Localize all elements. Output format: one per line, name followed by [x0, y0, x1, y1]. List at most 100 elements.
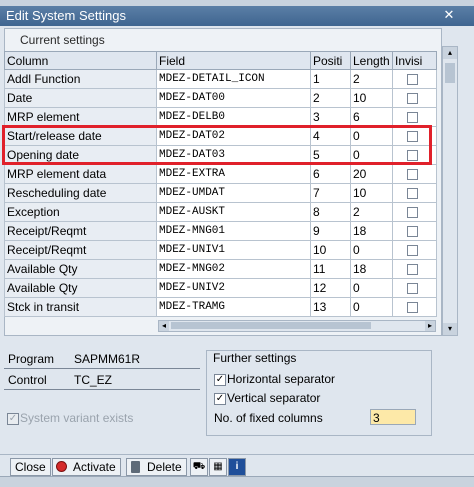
variant-icon[interactable]: ▦: [209, 458, 227, 476]
cell-length[interactable]: 0: [350, 278, 393, 298]
activate-label: Activate: [73, 460, 116, 474]
cell-length[interactable]: 0: [350, 240, 393, 260]
cell-position[interactable]: 8: [310, 202, 351, 222]
cell-field[interactable]: MDEZ-EXTRA: [156, 164, 311, 184]
cell-length[interactable]: 18: [350, 221, 393, 241]
header-length[interactable]: Length: [350, 51, 393, 70]
table-row[interactable]: MRP element MDEZ-DELB0 3 6: [4, 107, 437, 127]
cell-invisible: [392, 88, 437, 108]
table-row[interactable]: Receipt/Reqmt MDEZ-MNG01 9 18: [4, 221, 437, 241]
fixed-columns-input[interactable]: 3: [370, 409, 416, 425]
cell-position[interactable]: 13: [310, 297, 351, 317]
table-row[interactable]: Receipt/Reqmt MDEZ-UNIV1 10 0: [4, 240, 437, 260]
cell-length[interactable]: 6: [350, 107, 393, 127]
cell-field[interactable]: MDEZ-TRAMG: [156, 297, 311, 317]
cell-field[interactable]: MDEZ-DELB0: [156, 107, 311, 127]
activate-button[interactable]: Activate: [52, 458, 121, 476]
cell-invisible: [392, 202, 437, 222]
cell-position[interactable]: 2: [310, 88, 351, 108]
invisible-checkbox[interactable]: [407, 302, 418, 314]
invisible-checkbox[interactable]: [407, 226, 418, 238]
cell-field[interactable]: MDEZ-AUSKT: [156, 202, 311, 222]
cell-invisible: [392, 278, 437, 298]
cell-field[interactable]: MDEZ-UNIV1: [156, 240, 311, 260]
invisible-checkbox[interactable]: [407, 264, 418, 276]
transport-icon[interactable]: ⛟: [190, 458, 208, 476]
cell-invisible: [392, 107, 437, 127]
table-row[interactable]: Available Qty MDEZ-MNG02 11 18: [4, 259, 437, 279]
cell-column: Exception: [4, 202, 157, 222]
cell-invisible: [392, 164, 437, 184]
vertical-scrollbar[interactable]: ▴ ▾: [442, 46, 458, 336]
program-value: SAPMM61R: [74, 352, 141, 366]
highlight-box: [2, 125, 432, 165]
cell-position[interactable]: 1: [310, 69, 351, 89]
invisible-checkbox[interactable]: [407, 112, 418, 124]
vscroll-thumb[interactable]: [445, 63, 455, 83]
cell-position[interactable]: 11: [310, 259, 351, 279]
invisible-checkbox[interactable]: [407, 207, 418, 219]
cell-column: Date: [4, 88, 157, 108]
invisible-checkbox[interactable]: [407, 74, 418, 86]
header-position[interactable]: Positi: [310, 51, 351, 70]
cell-position[interactable]: 3: [310, 107, 351, 127]
invisible-checkbox[interactable]: [407, 169, 418, 181]
invisible-checkbox[interactable]: [407, 188, 418, 200]
scroll-up-icon[interactable]: ▴: [443, 47, 457, 59]
horizontal-separator-checkbox[interactable]: ✓: [214, 374, 226, 386]
window-title: Edit System Settings: [6, 8, 126, 23]
cell-column: Available Qty: [4, 259, 157, 279]
cell-field[interactable]: MDEZ-UNIV2: [156, 278, 311, 298]
cell-length[interactable]: 18: [350, 259, 393, 279]
table-row[interactable]: Available Qty MDEZ-UNIV2 12 0: [4, 278, 437, 298]
info-icon[interactable]: i: [228, 458, 246, 476]
cell-length[interactable]: 2: [350, 202, 393, 222]
cell-field[interactable]: MDEZ-UMDAT: [156, 183, 311, 203]
cell-field[interactable]: MDEZ-MNG02: [156, 259, 311, 279]
table-row[interactable]: Stck in transit MDEZ-TRAMG 13 0: [4, 297, 437, 317]
cell-column: MRP element data: [4, 164, 157, 184]
cell-position[interactable]: 7: [310, 183, 351, 203]
cell-length[interactable]: 10: [350, 183, 393, 203]
background-taskbar: [0, 476, 474, 487]
scroll-left-icon[interactable]: ◂: [159, 321, 169, 331]
table-row[interactable]: Addl Function MDEZ-DETAIL_ICON 1 2: [4, 69, 437, 89]
cell-column: Rescheduling date: [4, 183, 157, 203]
cell-field[interactable]: MDEZ-MNG01: [156, 221, 311, 241]
cell-invisible: [392, 297, 437, 317]
table-row[interactable]: Exception MDEZ-AUSKT 8 2: [4, 202, 437, 222]
invisible-checkbox[interactable]: [407, 283, 418, 295]
header-field[interactable]: Field: [156, 51, 311, 70]
table-row[interactable]: MRP element data MDEZ-EXTRA 6 20: [4, 164, 437, 184]
system-variant-label: System variant exists: [20, 411, 134, 425]
header-invisible[interactable]: Invisi: [392, 51, 437, 70]
delete-button[interactable]: Delete: [126, 458, 187, 476]
close-window-icon[interactable]: ✕: [440, 6, 458, 24]
cell-column: Available Qty: [4, 278, 157, 298]
control-label: Control: [8, 373, 47, 387]
invisible-checkbox[interactable]: [407, 245, 418, 257]
vertical-separator-checkbox[interactable]: ✓: [214, 393, 226, 405]
scroll-thumb[interactable]: [171, 322, 371, 329]
cell-position[interactable]: 12: [310, 278, 351, 298]
cell-field[interactable]: MDEZ-DETAIL_ICON: [156, 69, 311, 89]
horizontal-scrollbar[interactable]: ◂ ▸: [158, 320, 436, 332]
cell-length[interactable]: 2: [350, 69, 393, 89]
invisible-checkbox[interactable]: [407, 93, 418, 105]
close-button[interactable]: Close: [10, 458, 51, 476]
cell-position[interactable]: 9: [310, 221, 351, 241]
cell-position[interactable]: 10: [310, 240, 351, 260]
cell-field[interactable]: MDEZ-DAT00: [156, 88, 311, 108]
cell-length[interactable]: 10: [350, 88, 393, 108]
table-row[interactable]: Rescheduling date MDEZ-UMDAT 7 10: [4, 183, 437, 203]
scroll-right-icon[interactable]: ▸: [425, 321, 435, 331]
table-header-row: Column Field Positi Length Invisi: [4, 51, 437, 70]
cell-length[interactable]: 20: [350, 164, 393, 184]
table-row[interactable]: Date MDEZ-DAT00 2 10: [4, 88, 437, 108]
header-column[interactable]: Column: [4, 51, 157, 70]
cell-length[interactable]: 0: [350, 297, 393, 317]
scroll-down-icon[interactable]: ▾: [443, 323, 457, 335]
cell-position[interactable]: 6: [310, 164, 351, 184]
settings-table: Column Field Positi Length Invisi Addl F…: [4, 51, 437, 317]
cell-invisible: [392, 240, 437, 260]
